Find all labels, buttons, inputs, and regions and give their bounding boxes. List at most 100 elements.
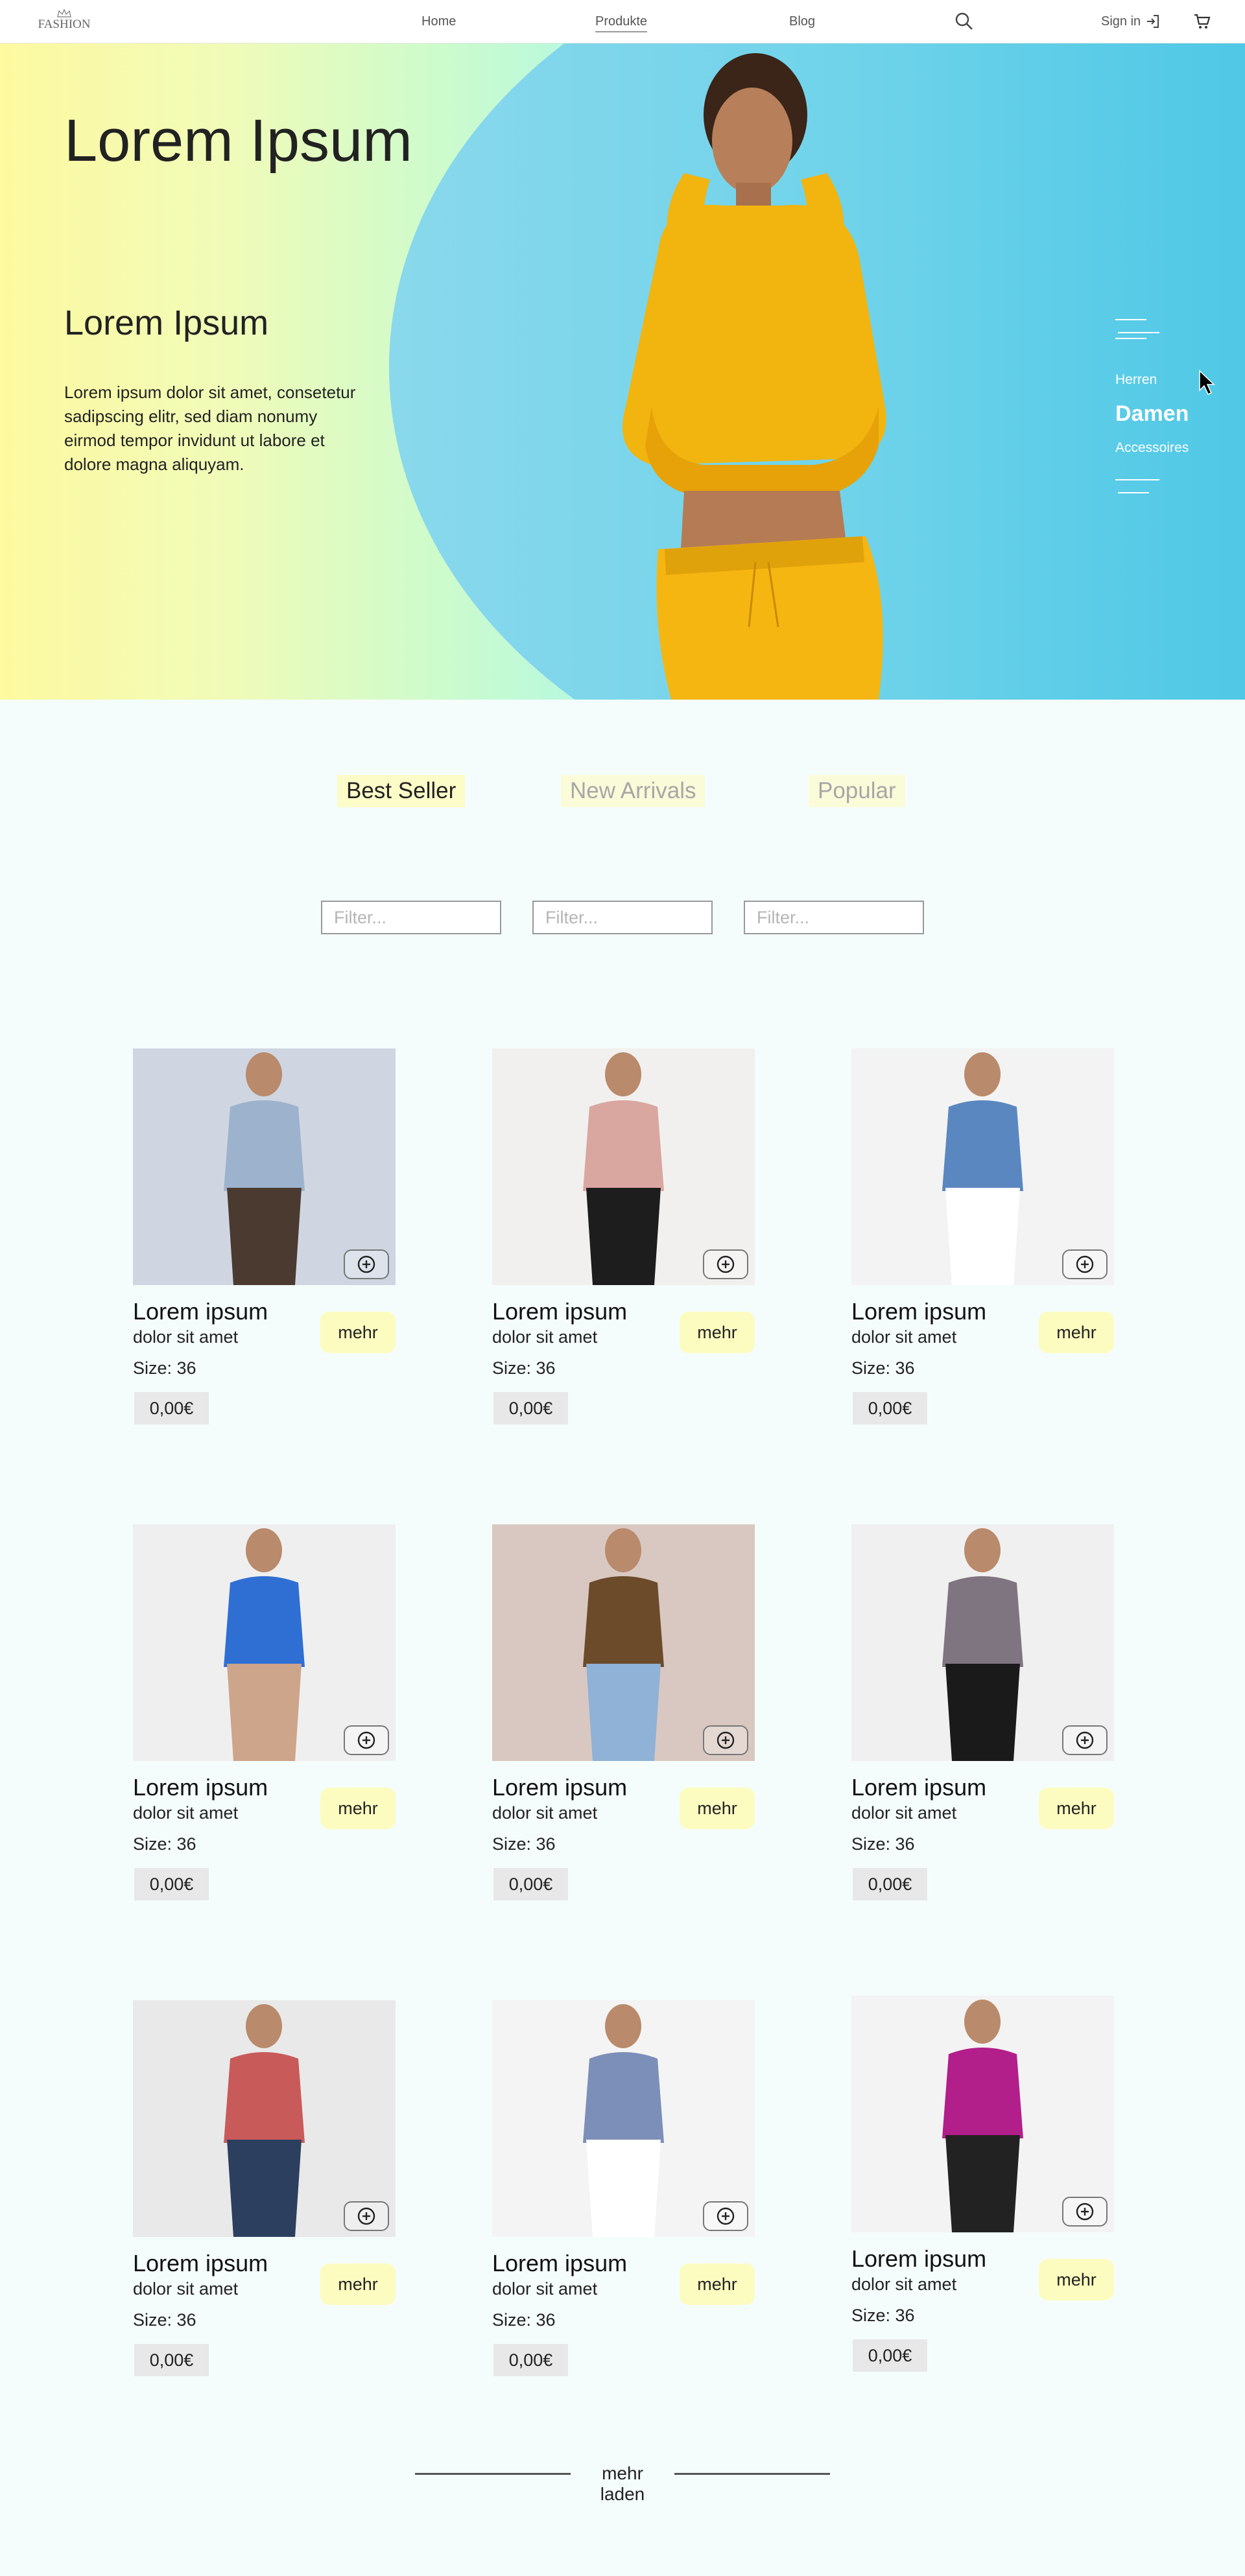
sign-in-icon[interactable] (1146, 14, 1160, 29)
cart-icon[interactable] (1193, 13, 1211, 30)
more-button[interactable]: mehr (680, 1312, 755, 1353)
product-card[interactable]: Lorem ipsum dolor sit amet Size: 36 0,00€ me… (492, 1048, 755, 1424)
add-to-cart-button[interactable] (1062, 2197, 1108, 2227)
product-card[interactable]: Lorem ipsum dolor sit amet Size: 36 0,00€ me… (851, 1048, 1114, 1424)
product-subtitle: dolor sit amet (492, 1327, 598, 1347)
hero-text: Lorem ipsum dolor sit amet, consetetur s… (64, 383, 356, 474)
product-size: Size: 36 (851, 1834, 915, 1854)
more-button[interactable]: mehr (320, 1312, 396, 1353)
add-to-cart-button[interactable] (344, 1725, 389, 1755)
product-card[interactable]: Lorem ipsum dolor sit amet Size: 36 0,00€ me… (133, 2000, 396, 2376)
search-icon[interactable] (954, 12, 974, 31)
product-image[interactable] (492, 1524, 755, 1761)
nav-home-link[interactable]: Home (421, 14, 456, 29)
more-button[interactable]: mehr (1039, 2259, 1114, 2300)
filter-input-1[interactable] (321, 901, 501, 934)
product-size: Size: 36 (851, 1358, 915, 1378)
product-subtitle: dolor sit amet (851, 1327, 957, 1347)
product-image[interactable] (492, 1048, 755, 1285)
more-button[interactable]: mehr (680, 2263, 755, 2305)
more-button[interactable]: mehr (320, 2263, 396, 2305)
product-title: Lorem ipsum (851, 1298, 987, 1325)
product-card[interactable]: Lorem ipsum dolor sit amet Size: 36 0,00€ me… (851, 1996, 1114, 2372)
add-to-cart-button[interactable] (703, 1249, 748, 1279)
product-price: 0,00€ (134, 1392, 209, 1424)
product-size: Size: 36 (133, 1834, 196, 1854)
hero-subtitle: Lorem Ipsum (64, 303, 269, 342)
product-subtitle: dolor sit amet (133, 1327, 239, 1347)
product-title: Lorem ipsum (133, 1298, 268, 1325)
product-card[interactable]: Lorem ipsum dolor sit amet Size: 36 0,00€ me… (851, 1524, 1114, 1900)
product-price: 0,00€ (493, 2344, 568, 2376)
product-price: 0,00€ (853, 1868, 927, 1900)
plus-circle-icon (1076, 1731, 1094, 1749)
product-size: Size: 36 (492, 1834, 556, 1854)
more-button[interactable]: mehr (320, 1788, 396, 1829)
add-to-cart-button[interactable] (344, 1249, 389, 1279)
hero-title: Lorem Ipsum (64, 108, 412, 174)
more-button[interactable]: mehr (1039, 1312, 1114, 1353)
product-image[interactable] (851, 1048, 1114, 1285)
hero-banner: Lorem Ipsum Lorem Ipsum Lorem ipsum dolo… (0, 43, 1245, 700)
product-image[interactable] (133, 1048, 396, 1285)
nav-produkte-link[interactable]: Produkte (595, 14, 648, 32)
hero-model-image (622, 53, 886, 700)
product-image[interactable] (492, 2000, 755, 2237)
menu-accessoires[interactable]: Accessoires (1115, 440, 1189, 456)
product-size: Size: 36 (851, 2306, 915, 2325)
crown-icon (57, 9, 71, 18)
product-image[interactable] (851, 1996, 1114, 2232)
mouse-cursor-icon (1199, 370, 1215, 395)
add-to-cart-button[interactable] (1062, 1725, 1108, 1755)
add-to-cart-button[interactable] (1062, 1249, 1108, 1279)
product-image[interactable] (133, 2000, 396, 2237)
menu-damen[interactable]: Damen (1115, 401, 1189, 427)
product-price: 0,00€ (493, 1868, 568, 1900)
product-price: 0,00€ (853, 2339, 927, 2372)
product-subtitle: dolor sit amet (851, 1803, 957, 1823)
product-price: 0,00€ (493, 1392, 568, 1424)
tab-new-arrivals[interactable]: New Arrivals (561, 775, 706, 807)
product-image[interactable] (851, 1524, 1114, 1761)
menu-divider-bottom (1115, 479, 1159, 480)
product-price: 0,00€ (134, 1868, 209, 1900)
more-button[interactable]: mehr (1039, 1788, 1114, 1829)
product-title: Lorem ipsum (133, 1774, 268, 1801)
product-size: Size: 36 (133, 2310, 196, 2330)
product-price: 0,00€ (134, 2344, 209, 2376)
product-subtitle: dolor sit amet (492, 1803, 598, 1823)
logo-text: FASHION (38, 18, 91, 31)
menu-herren[interactable]: Herren (1115, 372, 1157, 388)
product-card[interactable]: Lorem ipsum dolor sit amet Size: 36 0,00€ me… (133, 1048, 396, 1424)
plus-circle-icon (717, 1255, 735, 1273)
plus-circle-icon (717, 1731, 735, 1749)
menu-divider-bottom-2 (1118, 492, 1149, 493)
product-title: Lorem ipsum (851, 1774, 987, 1801)
filter-input-3[interactable] (744, 901, 924, 934)
add-to-cart-button[interactable] (703, 2201, 748, 2231)
filter-input-2[interactable] (532, 901, 713, 934)
nav-blog-link[interactable]: Blog (789, 14, 815, 29)
load-more-label[interactable]: mehr laden (577, 2463, 668, 2505)
load-more-line-left (415, 2473, 571, 2475)
product-card[interactable]: Lorem ipsum dolor sit amet Size: 36 0,00€ me… (492, 2000, 755, 2376)
plus-circle-icon (1076, 2203, 1094, 2221)
product-subtitle: dolor sit amet (492, 2279, 598, 2298)
product-image[interactable] (133, 1524, 396, 1761)
tab-best-seller[interactable]: Best Seller (337, 775, 466, 807)
tab-popular[interactable]: Popular (809, 775, 905, 807)
signin-link[interactable]: Sign in (1101, 14, 1141, 29)
plus-circle-icon (357, 1731, 375, 1749)
load-more[interactable]: mehr laden (415, 2461, 830, 2504)
brand-logo[interactable]: FASHION (35, 9, 93, 35)
product-card[interactable]: Lorem ipsum dolor sit amet Size: 36 0,00€ me… (133, 1524, 396, 1900)
load-more-line-right (674, 2473, 830, 2475)
product-subtitle: dolor sit amet (133, 1803, 239, 1823)
menu-divider (1115, 338, 1146, 339)
product-subtitle: dolor sit amet (851, 2275, 957, 2294)
add-to-cart-button[interactable] (344, 2201, 389, 2231)
product-card[interactable]: Lorem ipsum dolor sit amet Size: 36 0,00€ me… (492, 1524, 755, 1900)
product-title: Lorem ipsum (492, 2250, 628, 2276)
more-button[interactable]: mehr (680, 1788, 755, 1829)
add-to-cart-button[interactable] (703, 1725, 748, 1755)
